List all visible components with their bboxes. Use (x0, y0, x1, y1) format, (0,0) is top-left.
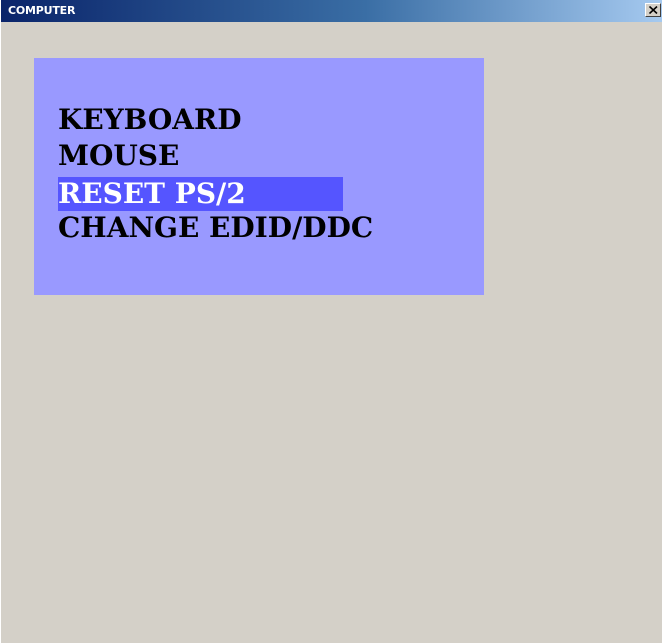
osd-window: COMPUTER KEYBOARD MOUSE RESET PS/2 CHANG… (0, 0, 662, 643)
menu-panel: KEYBOARD MOUSE RESET PS/2 CHANGE EDID/DD… (34, 58, 484, 295)
close-icon (649, 6, 658, 14)
menu-item-mouse[interactable]: MOUSE (58, 139, 179, 173)
menu-item-reset-ps2[interactable]: RESET PS/2 (58, 177, 343, 211)
menu-item-change-edid-ddc[interactable]: CHANGE EDID/DDC (58, 211, 373, 245)
menu-item-keyboard[interactable]: KEYBOARD (58, 103, 242, 137)
window-title: COMPUTER (8, 4, 76, 17)
close-button[interactable] (645, 3, 661, 17)
title-bar[interactable]: COMPUTER (1, 0, 662, 22)
